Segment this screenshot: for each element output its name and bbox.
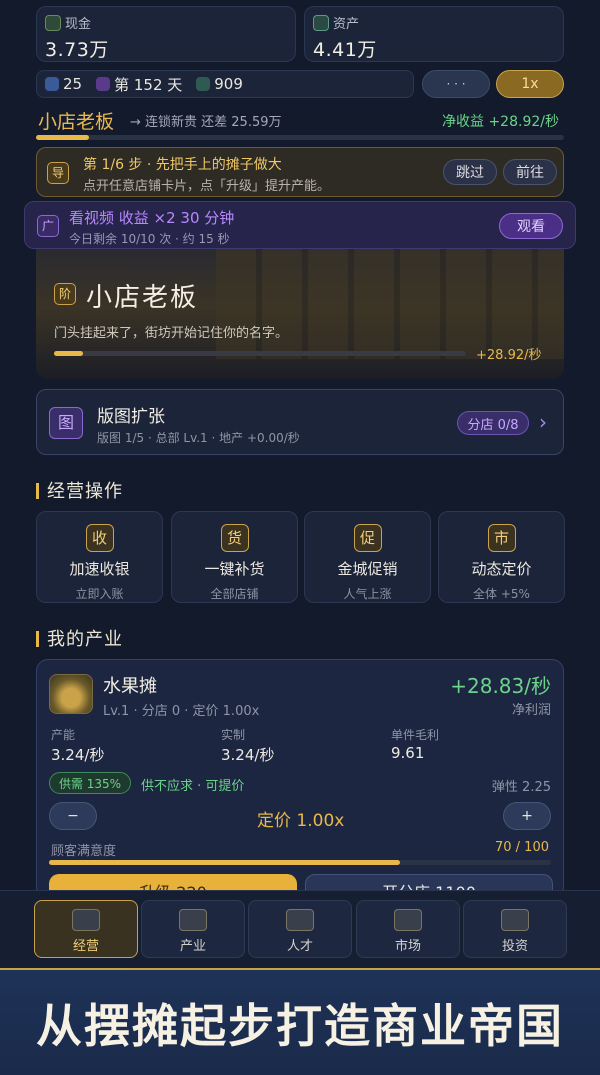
assets-card: 资产 4.41万 [304,6,564,62]
op-sub: 立即入账 [75,587,124,601]
margin-value: 9.61 [391,744,425,762]
shop-income: +28.83/秒 [450,674,551,698]
actual-label: 实制 [221,728,246,742]
margin-label: 单件毛利 [391,728,440,742]
elasticity: 弹性 2.25 [491,780,551,795]
shop-name: 水果摊 [103,676,157,697]
branch-counter: 分店 0/8 [457,411,529,435]
nav-tab-market[interactable]: 市场 [356,900,460,958]
market-chart-icon [394,909,422,931]
speed-button[interactable]: 1x [496,70,564,98]
cash-value: 3.73万 [45,39,109,61]
banner-title: 小店老板 [86,283,199,313]
net-income: 净收益 +28.92/秒 [442,114,559,130]
banner-desc: 门头挂起来了，街坊开始记住你的名字。 [54,326,289,341]
op-card-restock[interactable]: 货一键补货 全部店铺 [171,511,298,603]
go-button[interactable]: 前往 [503,159,557,185]
calendar-icon [96,77,111,91]
day-counter: 第 152 天 [96,74,182,94]
shop-meta: Lv.1 · 分店 0 · 定价 1.00x [103,704,260,719]
op-label: 动态定价 [471,560,532,578]
guide-badge: 导 [47,162,69,184]
ad-desc: 今日剩余 10/10 次 · 约 15 秒 [69,232,230,246]
ops-section-title: 经营操作 [36,477,123,503]
guide-title: 第 1/6 步 · 先把手上的摊子做大 [83,157,282,173]
rank-progress [36,135,564,140]
banner-progress [54,351,466,356]
industry-section-title: 我的产业 [36,625,123,651]
more-button[interactable]: · · · [422,70,490,98]
satisfaction-label: 顾客满意度 [51,844,117,859]
banner-buildings [216,249,564,359]
nav-tab-industry[interactable]: 产业 [141,900,245,958]
assets-label: 资产 [333,17,360,32]
skip-button[interactable]: 跳过 [443,159,497,185]
business-icon [72,909,100,931]
territory-title: 版图扩张 [97,407,165,427]
slogan-text: 从摆摊起步打造商业帝国 [36,999,564,1053]
op-sub: 人气上涨 [343,587,392,601]
shop-income-label: 净利润 [511,703,551,718]
cash-card: 现金 3.73万 [36,6,296,62]
op-label: 金城促销 [337,560,398,578]
cash-label: 现金 [65,17,92,32]
goods-icon: 货 [220,524,249,552]
ad-badge: 广 [37,215,59,237]
territory-card[interactable]: 图 版图扩张 版图 1/5 · 总部 Lv.1 · 地产 +0.00/秒 分店 … [36,389,564,455]
satisfaction-bar [49,860,551,865]
star-icon [196,77,211,91]
assets-value: 4.41万 [313,39,377,61]
actual-value: 3.24/秒 [221,746,275,764]
cashier-icon: 收 [85,524,114,552]
assets-icon [313,15,329,31]
promo-icon: 促 [353,524,382,552]
gems-counter: 25 [45,74,82,94]
banner-rate: +28.92/秒 [476,348,542,363]
supply-badge: 供需 135% [49,772,131,794]
invest-icon [501,909,529,931]
chevron-right-icon[interactable]: › [539,410,547,434]
price-increase-button[interactable]: + [503,802,551,830]
shop-card[interactable]: 水果摊 Lv.1 · 分店 0 · 定价 1.00x +28.83/秒 净利润 … [36,659,564,899]
op-card-pricing[interactable]: 市动态定价全体 +5% [438,511,565,603]
territory-desc: 版图 1/5 · 总部 Lv.1 · 地产 +0.00/秒 [97,431,300,445]
industry-icon [179,909,207,931]
ad-title: 看视频 收益 ×2 30 分钟 [69,209,235,227]
gem-icon [45,77,59,91]
fruit-stall-icon [49,674,93,714]
op-sub: 全体 +5% [473,587,530,601]
banner-badge: 阶 [54,283,76,305]
op-label: 加速收银 [69,560,130,578]
rank-title: 小店老板 [38,111,115,133]
points-counter: 909 [196,74,243,94]
watch-button[interactable]: 观看 [499,213,563,239]
op-label: 一键补货 [204,560,265,578]
ad-card[interactable]: 广 看视频 收益 ×2 30 分钟 今日剩余 10/10 次 · 约 15 秒 … [24,201,576,249]
price-value: 定价 1.00x [257,811,345,831]
op-card-promo[interactable]: 促金城促销 人气上涨 [304,511,431,603]
nav-tab-invest[interactable]: 投资 [463,900,567,958]
talent-icon [286,909,314,931]
rank-banner: 阶 小店老板 门头挂起来了，街坊开始记住你的名字。 +28.92/秒 [36,249,564,379]
territory-icon: 图 [49,407,83,439]
op-sub: 全部店铺 [210,587,259,601]
capacity-label: 产能 [51,728,76,742]
market-icon: 市 [487,524,516,552]
supply-note: 供不应求 · 可提价 [141,779,245,794]
nav-tab-business[interactable]: 经营 [34,900,138,958]
cash-icon [45,15,61,31]
guide-desc: 点开任意店铺卡片，点「升级」提升产能。 [83,179,331,194]
op-card-cash[interactable]: 收加速收银 立即入账 [36,511,163,603]
rank-next: → 连锁新贵 还差 25.59万 [130,115,282,130]
resource-bar: 25 第 152 天 909 [36,70,414,98]
satisfaction-value: 70 / 100 [495,840,549,855]
nav-tab-talent[interactable]: 人才 [248,900,352,958]
guide-card[interactable]: 导 第 1/6 步 · 先把手上的摊子做大 点开任意店铺卡片，点「升级」提升产能… [36,147,564,197]
capacity-value: 3.24/秒 [51,746,105,764]
price-decrease-button[interactable]: − [49,802,97,830]
